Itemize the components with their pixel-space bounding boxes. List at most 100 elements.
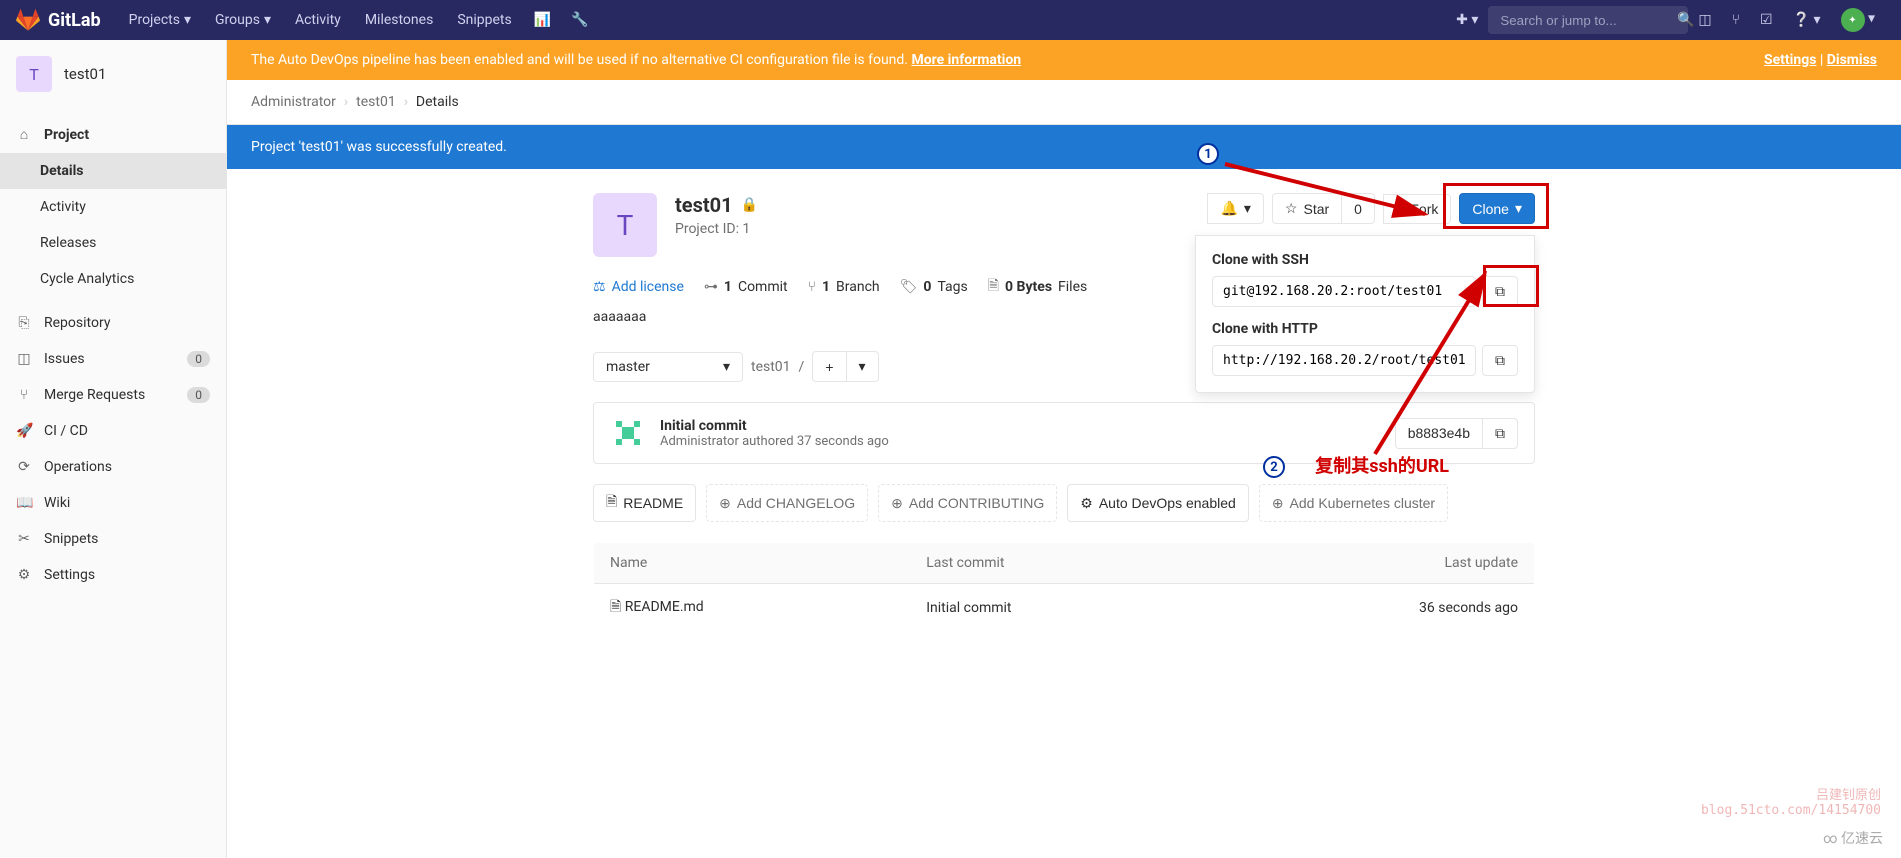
file-name[interactable]: README.md [625, 599, 704, 615]
chevron-right-icon: › [404, 94, 408, 110]
gitlab-icon [16, 8, 40, 32]
file-icon: 🗎 [606, 491, 617, 515]
add-contributing-button[interactable]: ⊕ Add CONTRIBUTING [878, 484, 1057, 522]
merge-icon: ⑂ [16, 387, 32, 403]
table-row[interactable]: 🗎 README.md Initial commit 36 seconds ag… [594, 584, 1535, 633]
gear-icon: ⚙ [1080, 495, 1093, 512]
sidebar-item-wiki[interactable]: 📖Wiki [0, 485, 226, 521]
add-changelog-button[interactable]: ⊕ Add CHANGELOG [706, 484, 868, 522]
commits-stat[interactable]: ⊶1 Commit [704, 279, 788, 295]
branches-stat[interactable]: ⑂1 Branch [808, 279, 880, 295]
commit-title[interactable]: Initial commit [660, 418, 889, 434]
plus-icon: ⊕ [891, 495, 903, 512]
file-icon: 🗎 [610, 599, 621, 615]
project-id: Project ID: 1 [675, 221, 758, 237]
sidebar-item-activity[interactable]: Activity [0, 189, 226, 225]
snippet-icon: ✂ [16, 531, 32, 547]
file-tree-table: Name Last commit Last update 🗎 README.md… [593, 542, 1535, 633]
annotation-marker-1: 1 [1197, 143, 1219, 165]
issues-icon: ◫ [16, 351, 32, 367]
project-title: test01 [675, 193, 733, 217]
wrench-icon[interactable]: 🔧 [561, 4, 598, 36]
banner-text: The Auto DevOps pipeline has been enable… [251, 52, 911, 68]
quick-actions-row: 🗎 README ⊕ Add CHANGELOG ⊕ Add CONTRIBUT… [593, 484, 1535, 522]
sidebar-item-repository[interactable]: ⎘Repository [0, 305, 226, 341]
file-commit[interactable]: Initial commit [910, 584, 1204, 633]
home-icon: ⌂ [16, 126, 32, 143]
add-file-button[interactable]: + [812, 351, 846, 382]
issues-count: 0 [187, 351, 210, 367]
sidebar-item-details[interactable]: Details [0, 153, 226, 189]
sidebar-item-operations[interactable]: ⟳Operations [0, 449, 226, 485]
project-avatar: T [593, 193, 657, 257]
tags-stat[interactable]: 🏷0 Tags [900, 279, 968, 295]
plus-icon: ⊕ [719, 495, 731, 512]
breadcrumbs: Administrator › test01 › Details [227, 80, 1901, 125]
nav-milestones[interactable]: Milestones [353, 4, 446, 36]
ops-icon: ⟳ [16, 459, 32, 475]
chevron-down-icon: ▾ [184, 12, 191, 28]
chevron-down-icon: ▾ [264, 12, 271, 28]
rocket-icon: 🚀 [16, 423, 32, 439]
annotation-arrow-1 [1215, 154, 1445, 234]
sidebar-project-header[interactable]: T test01 [0, 40, 226, 108]
annotation-arrow-2 [1365, 264, 1505, 464]
navbar: GitLab Projects ▾ Groups ▾ Activity Mile… [0, 0, 1901, 40]
annotation-text-2: 复制其ssh的URL [1315, 452, 1449, 478]
more-info-link[interactable]: More information [911, 52, 1021, 68]
breadcrumb-project[interactable]: test01 [356, 94, 396, 110]
chart-icon[interactable]: 📊 [524, 4, 561, 36]
project-avatar-small: T [16, 56, 52, 92]
user-menu[interactable]: ✦ ▾ [1831, 0, 1886, 40]
search-box[interactable]: 🔍 [1488, 6, 1688, 34]
success-banner: Project 'test01' was successfully create… [227, 125, 1901, 169]
branch-icon: ⑂ [808, 279, 816, 295]
nav-activity[interactable]: Activity [283, 4, 353, 36]
brand-text: GitLab [48, 10, 101, 31]
readme-button[interactable]: 🗎 README [593, 484, 696, 522]
banner-dismiss-link[interactable]: Dismiss [1827, 52, 1877, 68]
sidebar-item-snippets[interactable]: ✂Snippets [0, 521, 226, 557]
commit-meta: Administrator authored 37 seconds ago [660, 434, 889, 449]
sidebar: T test01 ⌂Project Details Activity Relea… [0, 40, 227, 858]
gitlab-logo[interactable]: GitLab [16, 8, 101, 32]
files-stat[interactable]: 🗎0 Bytes Files [988, 275, 1087, 299]
add-license-link[interactable]: ⚖Add license [593, 279, 684, 295]
branch-selector[interactable]: master▾ [593, 352, 743, 382]
breadcrumb-admin[interactable]: Administrator [251, 94, 336, 110]
breadcrumb-current: Details [416, 94, 459, 110]
todos-icon[interactable]: ☑ [1750, 4, 1783, 36]
nav-snippets[interactable]: Snippets [445, 4, 523, 36]
autodevops-button[interactable]: ⚙ Auto DevOps enabled [1067, 484, 1249, 522]
sidebar-item-merge-requests[interactable]: ⑂Merge Requests0 [0, 377, 226, 413]
lock-icon: 🔒 [741, 197, 758, 213]
plus-icon: ⊕ [1272, 495, 1284, 512]
search-input[interactable] [1500, 13, 1677, 28]
chevron-right-icon: › [344, 94, 348, 110]
nav-projects[interactable]: Projects ▾ [117, 4, 203, 36]
chevron-down-icon: ▾ [723, 359, 730, 375]
book-icon: 📖 [16, 495, 32, 511]
sidebar-item-cycle-analytics[interactable]: Cycle Analytics [0, 261, 226, 297]
merge-icon[interactable]: ⑂ [1722, 4, 1750, 36]
sidebar-item-releases[interactable]: Releases [0, 225, 226, 261]
add-file-dropdown[interactable]: ▾ [846, 351, 879, 382]
sidebar-item-settings[interactable]: ⚙Settings [0, 557, 226, 593]
add-k8s-button[interactable]: ⊕ Add Kubernetes cluster [1259, 484, 1448, 522]
plus-dropdown[interactable]: ✚ ▾ [1446, 4, 1488, 36]
sidebar-item-project[interactable]: ⌂Project [0, 116, 226, 153]
sidebar-item-cicd[interactable]: 🚀CI / CD [0, 413, 226, 449]
clone-button[interactable]: Clone ▾ [1459, 193, 1535, 224]
file-updated: 36 seconds ago [1205, 584, 1535, 633]
sidebar-item-issues[interactable]: ◫Issues0 [0, 341, 226, 377]
help-icon[interactable]: ❔ ▾ [1783, 4, 1831, 36]
watermark-text: 吕建钊原创 blog.51cto.com/14154700 [1701, 784, 1881, 818]
file-icon: 🗎 [988, 275, 999, 299]
issues-icon[interactable]: ◫ [1688, 4, 1721, 36]
path-project[interactable]: test01 [751, 359, 791, 375]
gear-icon: ⚙ [16, 567, 32, 583]
banner-settings-link[interactable]: Settings [1764, 52, 1816, 68]
col-last-commit: Last commit [910, 543, 1204, 584]
nav-groups[interactable]: Groups ▾ [203, 4, 283, 36]
col-last-update: Last update [1205, 543, 1535, 584]
